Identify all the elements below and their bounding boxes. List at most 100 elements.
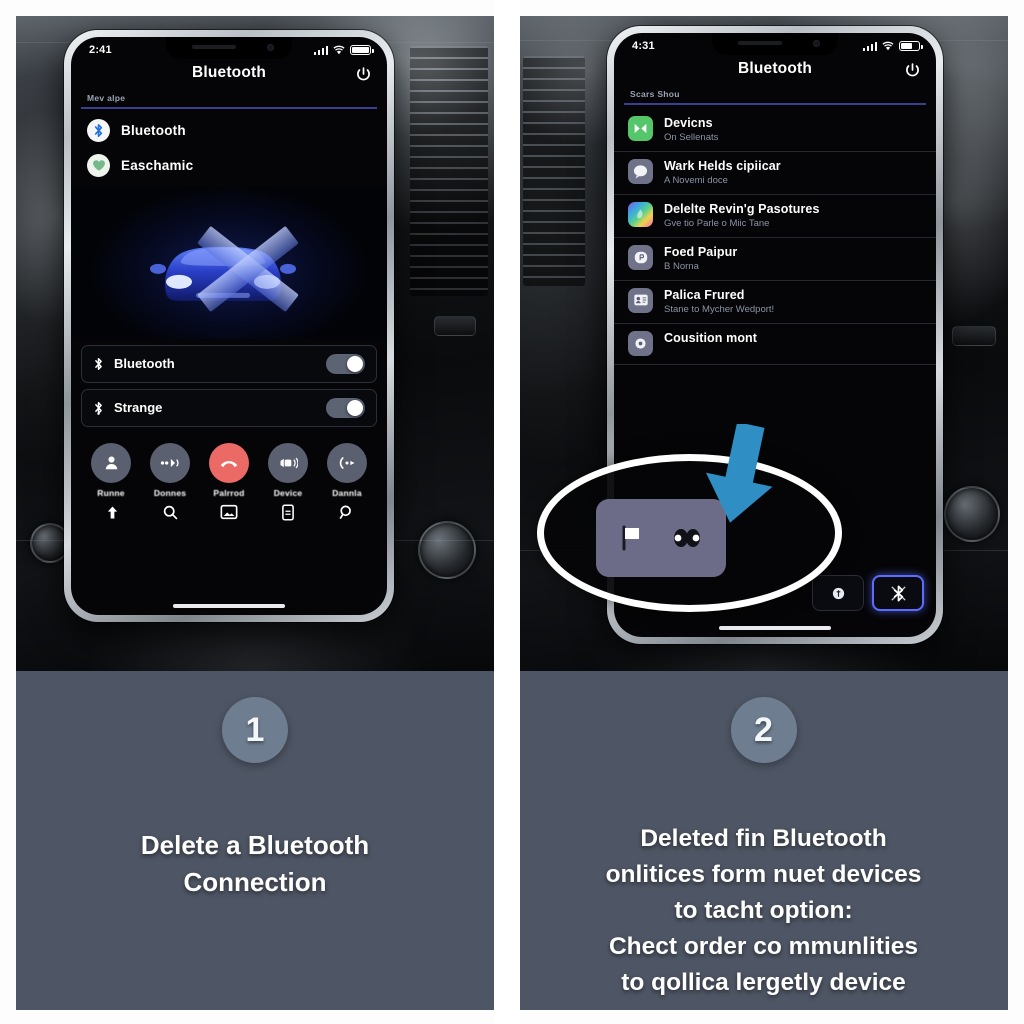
phone-device-left: 2:41 Bluetooth Mev alpe Bluetooth Eascha… [64, 30, 394, 622]
settings-row-foed-paipur[interactable]: Foed Paipur B Norna [614, 238, 936, 281]
nav-bar: Bluetooth [71, 58, 387, 90]
page-title: Bluetooth [191, 64, 267, 81]
call-action-label: Device [273, 487, 303, 498]
media-icon [628, 115, 653, 141]
toggle-label: Strange [114, 400, 163, 415]
call-action-label: Palrrod [213, 487, 245, 498]
panel-gutter [494, 0, 520, 1024]
settings-icon [628, 330, 653, 356]
caption-step-1: 1 Delete a Bluetooth Connection [16, 671, 494, 1010]
speaker-icon [268, 442, 308, 483]
bluetooth-icon [95, 357, 102, 370]
caption-line: to tacht option: [674, 897, 853, 924]
flag-icon [622, 525, 639, 551]
call-action-label: Runne [97, 487, 125, 498]
toggle-row-strange[interactable]: Strange [81, 388, 377, 427]
status-bar: 4:31 [614, 33, 936, 54]
call-action-label: Donnes [153, 487, 187, 498]
heart-icon [87, 153, 110, 177]
call-action-donnes[interactable]: Donnes [146, 442, 194, 498]
passbook-icon [628, 244, 653, 270]
section-header-left: Mev alpe [87, 93, 126, 103]
page-title: Bluetooth [737, 60, 813, 77]
caption-step-2: 2 Deleted fin Bluetooth onlitices form n… [519, 671, 1008, 1010]
settings-row-title: Cousition mont [664, 330, 758, 345]
settings-row-palica-frured[interactable]: Palica Frured Stane to Mycher Wedport! [614, 281, 936, 324]
panel-step-2: 4:31 Bluetooth Scars Shou Devicns On Sel… [519, 16, 1008, 1010]
settings-row-title: Foed Paipur [664, 244, 738, 259]
earbuds-icon [674, 529, 700, 547]
battery-icon [350, 45, 374, 55]
call-action-runne[interactable]: Runne [87, 442, 135, 498]
toggle-switch-bluetooth[interactable] [326, 353, 365, 374]
call-action-end[interactable]: Palrrod [205, 442, 253, 498]
car-dashboard-photo-right: 4:31 Bluetooth Scars Shou Devicns On Sel… [519, 16, 1008, 671]
settings-row-subtitle: On Sellenats [664, 131, 719, 143]
section-divider [624, 103, 926, 105]
settings-row-subtitle: B Norna [664, 260, 699, 272]
message-icon [628, 158, 653, 184]
app-row-label: Easchamic [121, 157, 194, 173]
toggle-switch-strange[interactable] [326, 397, 365, 418]
settings-row-wark-helds[interactable]: Wark Helds cipiicar A Novemi doce [614, 152, 936, 195]
settings-row-title: Palica Frured [664, 287, 745, 302]
car-dashboard-photo-left: 2:41 Bluetooth Mev alpe Bluetooth Eascha… [16, 16, 494, 671]
status-time: 2:41 [89, 44, 112, 56]
caption-text-left: Delete a Bluetooth Connection [117, 827, 393, 902]
search-icon[interactable] [148, 504, 194, 521]
settings-row-devicns[interactable]: Devicns On Sellenats [614, 109, 936, 152]
photos-icon [628, 201, 653, 227]
pointer-arrow-icon [705, 424, 773, 523]
bluetooth-x-icon[interactable] [872, 575, 924, 611]
volume-low-icon [150, 442, 190, 483]
caption-line: Chect order co mmunlities [608, 933, 919, 960]
call-action-bar: Runne Donnes Palrrod Device Dannla [71, 433, 387, 500]
settings-row-title: Wark Helds cipiicar [664, 158, 781, 173]
call-action-device[interactable]: Device [264, 442, 312, 498]
settings-row-subtitle: Stane to Mycher Wedport! [664, 303, 775, 315]
phone-screen-left: 2:41 Bluetooth Mev alpe Bluetooth Eascha… [71, 37, 387, 615]
power-icon[interactable] [355, 66, 372, 83]
status-time: 4:31 [632, 40, 655, 52]
search-alt-icon[interactable] [323, 504, 369, 521]
dashboard-button [434, 316, 476, 336]
call-forward-icon [327, 442, 367, 483]
call-action-label: Dannla [332, 487, 362, 498]
bluetooth-mic-icon [95, 401, 102, 415]
call-action-dannla[interactable]: Dannla [323, 442, 371, 498]
app-row-bluetooth[interactable]: Bluetooth [71, 113, 387, 148]
zoom-callout-ellipse [537, 454, 842, 612]
contact-card-icon [628, 287, 653, 313]
dashboard-button [952, 326, 996, 346]
end-call-icon [209, 442, 249, 483]
settings-row-subtitle: A Novemi doce [664, 174, 728, 186]
wifi-icon [882, 41, 894, 51]
phone-book-icon[interactable] [265, 504, 311, 521]
cellular-bars-icon [313, 45, 328, 55]
settings-row-title: Delelte Revin'g Pasotures [664, 201, 820, 216]
caption-line: to qollica lergetly device [621, 969, 906, 996]
settings-row-cousition-mont[interactable]: Cousition mont [614, 324, 936, 365]
upload-icon[interactable] [89, 504, 135, 521]
badge-icon[interactable] [812, 575, 864, 611]
app-row-easchamic[interactable]: Easchamic [71, 148, 387, 183]
settings-row-delete-revinig[interactable]: Delelte Revin'g Pasotures Gve tio Parle … [614, 195, 936, 238]
toggle-label: Bluetooth [114, 356, 175, 371]
app-row-label: Bluetooth [121, 122, 186, 138]
nav-bar: Bluetooth [614, 54, 936, 86]
settings-row-subtitle: Gve tio Parle o Miic Tane [664, 217, 770, 229]
caption-line: Connection [183, 867, 327, 898]
status-bar: 2:41 [71, 37, 387, 58]
home-indicator [173, 604, 285, 608]
step-number-badge: 2 [730, 697, 797, 763]
panel-step-1: 2:41 Bluetooth Mev alpe Bluetooth Eascha… [16, 16, 494, 1010]
image-icon[interactable] [206, 504, 252, 521]
section-divider [81, 107, 377, 109]
contact-icon [91, 442, 131, 483]
step-number-badge: 1 [222, 697, 288, 763]
caption-text-right: Deleted fin Bluetooth onlitices form nue… [582, 821, 946, 1001]
power-icon[interactable] [904, 62, 921, 79]
caption-line: Delete a Bluetooth [140, 830, 370, 860]
toggle-row-bluetooth[interactable]: Bluetooth [81, 344, 377, 383]
tab-bar [71, 500, 387, 521]
